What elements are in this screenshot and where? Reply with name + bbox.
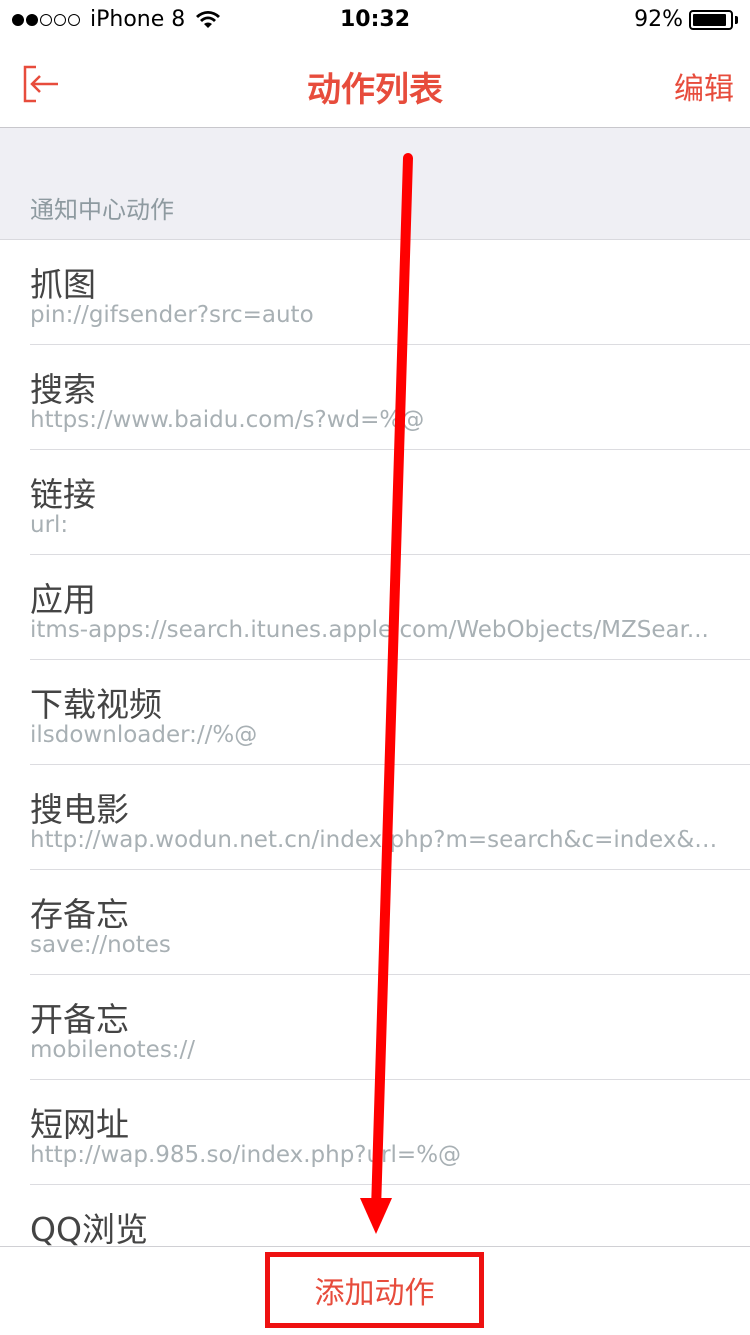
battery-icon <box>689 9 733 30</box>
action-title: 抓图 <box>30 265 96 304</box>
action-url: http://wap.wodun.net.cn/index.php?m=sear… <box>30 827 720 853</box>
battery-tip <box>735 15 738 24</box>
battery-fill <box>693 13 727 26</box>
action-title: 开备忘 <box>30 1000 129 1039</box>
edit-button[interactable]: 编辑 <box>674 64 734 108</box>
action-url: ilsdownloader://%@ <box>30 722 258 748</box>
section-header: 通知中心动作 <box>0 128 750 240</box>
list-item[interactable]: 搜电影 http://wap.wodun.net.cn/index.php?m=… <box>0 765 750 870</box>
list-item[interactable]: 链接 url: <box>0 450 750 555</box>
action-url: http://wap.985.so/index.php?url=%@ <box>30 1142 462 1168</box>
list-item[interactable]: 存备忘 save://notes <box>0 870 750 975</box>
page-title: 动作列表 <box>307 70 443 110</box>
bottom-toolbar: 添加动作 <box>0 1246 750 1335</box>
section-title: 通知中心动作 <box>30 196 174 224</box>
list-item[interactable]: 抓图 pin://gifsender?src=auto <box>0 240 750 345</box>
action-list[interactable]: 通知中心动作 抓图 pin://gifsender?src=auto 搜索 ht… <box>0 128 750 1246</box>
list-item[interactable]: 应用 itms-apps://search.itunes.apple.com/W… <box>0 555 750 660</box>
action-url: save://notes <box>30 932 171 958</box>
action-url: url: <box>30 512 69 538</box>
list-item[interactable]: 搜索 https://www.baidu.com/s?wd=%@ <box>0 345 750 450</box>
action-title: 下载视频 <box>30 685 162 724</box>
action-title: 存备忘 <box>30 895 129 934</box>
list-item[interactable]: 开备忘 mobilenotes:// <box>0 975 750 1080</box>
navigation-bar: 动作列表 编辑 <box>0 40 750 128</box>
status-right: 92% <box>634 7 738 32</box>
add-action-button[interactable]: 添加动作 <box>265 1252 484 1328</box>
status-bar: iPhone 8 10:32 92% <box>0 0 750 40</box>
action-url: itms-apps://search.itunes.apple.com/WebO… <box>30 617 709 643</box>
action-title: 搜电影 <box>30 790 129 829</box>
action-title: 链接 <box>30 475 96 514</box>
action-url: mobilenotes:// <box>30 1037 196 1063</box>
action-url: pin://gifsender?src=auto <box>30 302 314 328</box>
action-title: QQ浏览 <box>30 1210 148 1246</box>
action-url: https://www.baidu.com/s?wd=%@ <box>30 407 425 433</box>
action-title: 短网址 <box>30 1105 129 1144</box>
list-item[interactable]: 下载视频 ilsdownloader://%@ <box>0 660 750 765</box>
battery-percent: 92% <box>634 7 683 32</box>
action-title: 应用 <box>30 580 96 619</box>
list-item[interactable]: QQ浏览 <box>0 1185 750 1246</box>
action-title: 搜索 <box>30 370 96 409</box>
list-item[interactable]: 短网址 http://wap.985.so/index.php?url=%@ <box>0 1080 750 1185</box>
